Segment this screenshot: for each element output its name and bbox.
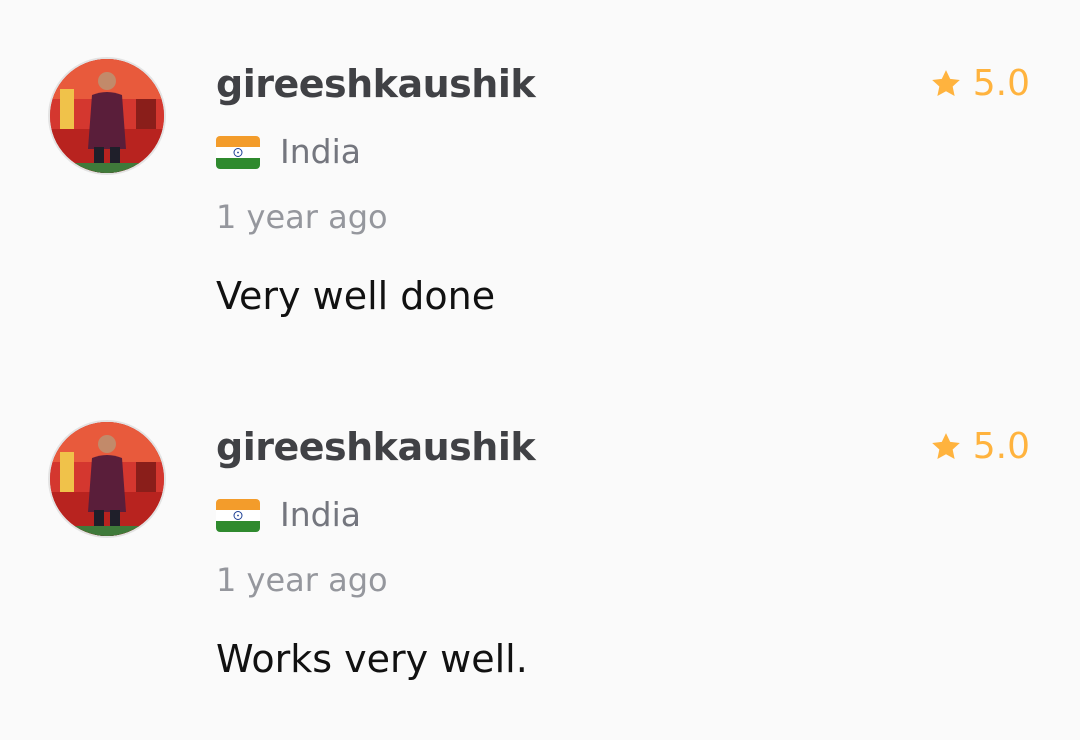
- review-rating: 5.0: [929, 62, 1030, 106]
- reviewer-username[interactable]: gireeshkaushik: [216, 423, 536, 471]
- reviews-list: gireeshkaushik 5.0 India 1 year ago Very…: [0, 0, 1080, 740]
- rating-score: 5.0: [972, 63, 1030, 104]
- country-name: India: [280, 495, 361, 534]
- review-comment: Works very well.: [216, 637, 528, 681]
- avatar-photo: [50, 422, 164, 536]
- avatar[interactable]: [48, 57, 166, 175]
- review-comment: Very well done: [216, 274, 496, 318]
- rating-score: 5.0: [972, 426, 1030, 467]
- review-item: gireeshkaushik 5.0 India 1 year ago Work…: [0, 363, 1080, 703]
- avatar-photo: [50, 59, 164, 173]
- star-icon: [931, 433, 960, 459]
- review-rating: 5.0: [929, 425, 1030, 469]
- india-flag-icon: [216, 135, 260, 169]
- reviewer-country: India: [216, 493, 361, 537]
- india-flag-icon: [216, 498, 260, 532]
- country-name: India: [280, 132, 361, 171]
- review-time: 1 year ago: [216, 561, 388, 599]
- reviewer-country: India: [216, 130, 361, 174]
- star-icon: [931, 70, 960, 96]
- review-time: 1 year ago: [216, 198, 388, 236]
- review-item: gireeshkaushik 5.0 India 1 year ago Very…: [0, 0, 1080, 340]
- reviewer-username[interactable]: gireeshkaushik: [216, 60, 536, 108]
- avatar[interactable]: [48, 420, 166, 538]
